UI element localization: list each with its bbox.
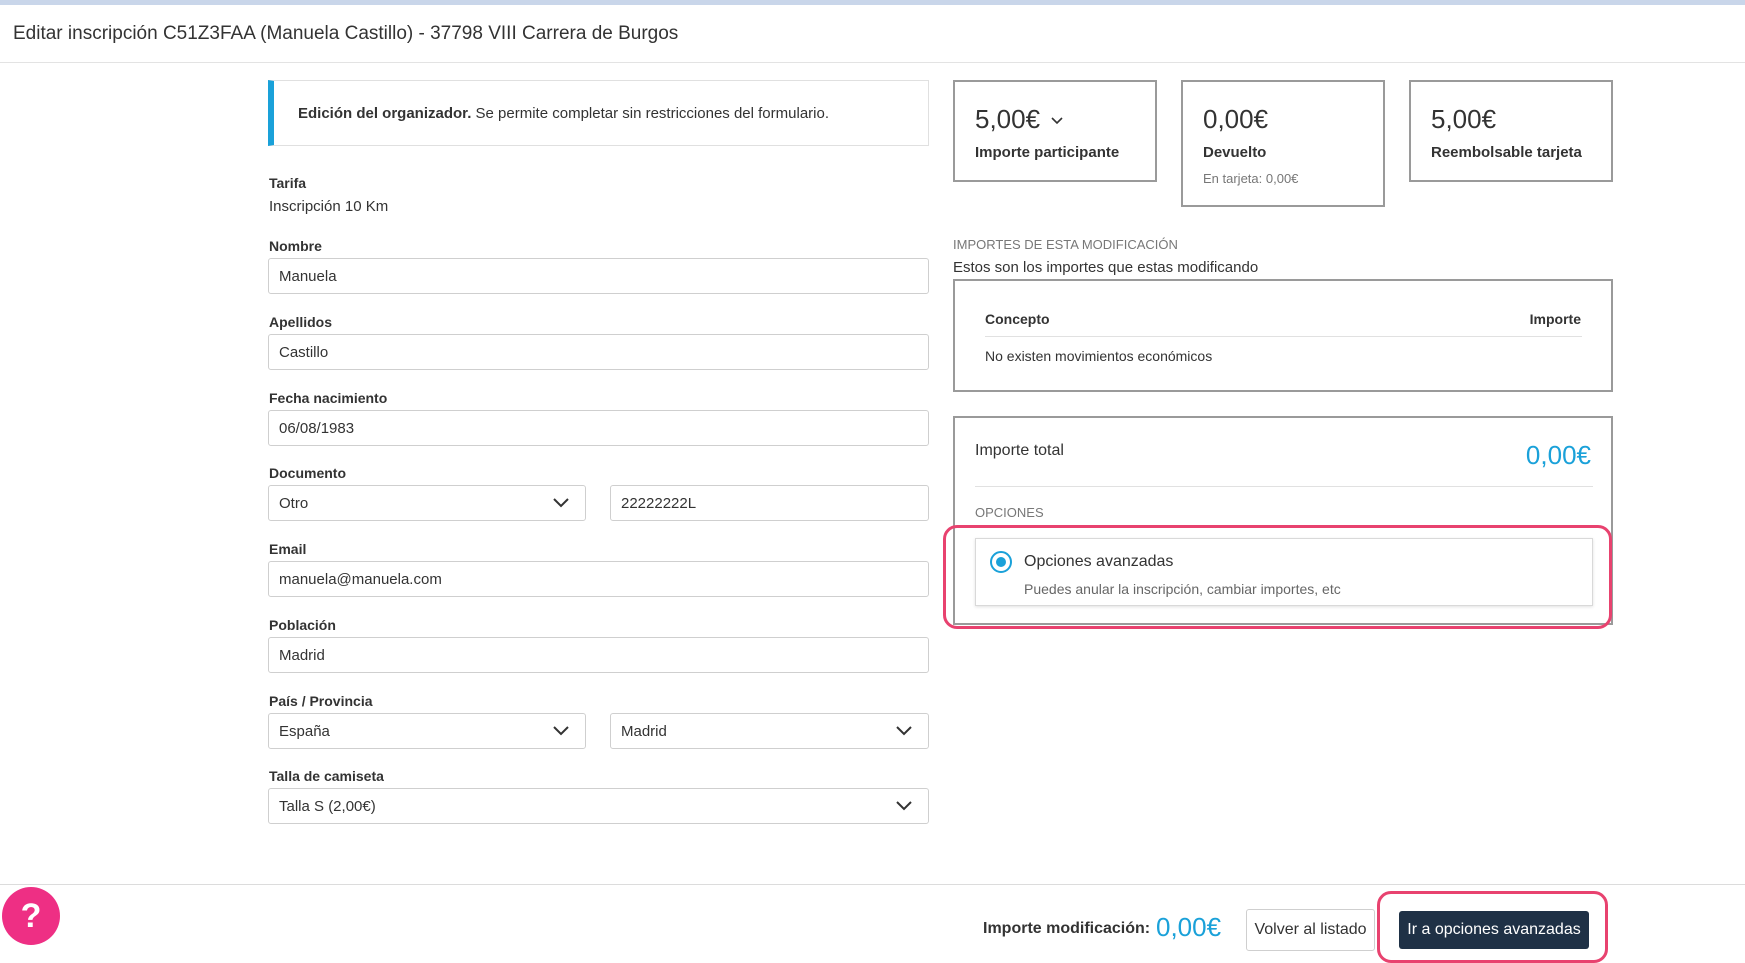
total-amount: 0,00€ — [1525, 440, 1591, 470]
talla-label: Talla de camiseta — [269, 768, 384, 784]
radio-selected-icon[interactable] — [990, 551, 1012, 573]
chevron-down-icon — [1051, 117, 1063, 125]
fecha-label: Fecha nacimiento — [269, 390, 388, 406]
movements-table: Concepto Importe No existen movimientos … — [953, 279, 1613, 392]
col-concepto: Concepto — [985, 311, 1050, 327]
documento-type-select[interactable]: Otro — [268, 485, 586, 521]
modifications-title: IMPORTES DE ESTA MODIFICACIÓN — [953, 237, 1178, 252]
devuelto-label: Devuelto — [1203, 144, 1267, 161]
province-select[interactable]: Madrid — [610, 713, 929, 749]
option-desc: Puedes anular la inscripción, cambiar im… — [1024, 581, 1341, 597]
back-to-list-button[interactable]: Volver al listado — [1246, 909, 1375, 951]
chevron-down-icon — [896, 801, 912, 811]
country-select[interactable]: España — [268, 713, 586, 749]
tarifa-value: Inscripción 10 Km — [269, 198, 389, 215]
notice-bold: Edición del organizador. — [298, 105, 472, 122]
email-value: manuela@manuela.com — [279, 571, 442, 588]
footer-amount: 0,00€ — [1156, 912, 1222, 942]
page-title: Editar inscripción C51Z3FAA (Manuela Cas… — [13, 23, 679, 44]
talla-select[interactable]: Talla S (2,00€) — [268, 788, 929, 824]
documento-number-value: 22222222L — [621, 495, 697, 512]
options-title: OPCIONES — [975, 505, 1044, 520]
email-label: Email — [269, 541, 307, 557]
poblacion-label: Población — [269, 617, 336, 633]
documento-number-field[interactable]: 22222222L — [610, 485, 929, 521]
chevron-down-icon — [553, 498, 569, 508]
talla-value: Talla S (2,00€) — [279, 798, 376, 815]
devuelto-sub: En tarjeta: 0,00€ — [1203, 171, 1299, 186]
advanced-options-option[interactable]: Opciones avanzadas Puedes anular la insc… — [975, 538, 1593, 606]
chevron-down-icon — [553, 726, 569, 736]
col-importe: Importe — [1529, 311, 1581, 327]
apellidos-field[interactable]: Castillo — [268, 334, 929, 370]
reembolsable-label: Reembolsable tarjeta — [1431, 144, 1582, 161]
province-value: Madrid — [621, 723, 667, 740]
documento-label: Documento — [269, 465, 346, 481]
documento-type-value: Otro — [279, 495, 309, 512]
total-box: Importe total 0,00€ OPCIONES Opciones av… — [953, 416, 1613, 625]
nombre-label: Nombre — [269, 238, 322, 254]
nombre-field[interactable]: Manuela — [268, 258, 929, 294]
notice-text: Edición del organizador. Se permite comp… — [298, 105, 829, 122]
pais-label: País / Provincia — [269, 693, 373, 709]
fecha-value: 06/08/1983 — [279, 420, 355, 437]
devuelto-card: 0,00€ Devuelto En tarjeta: 0,00€ — [1181, 80, 1385, 207]
importe-participante-card[interactable]: 5,00€ Importe participante — [953, 80, 1157, 182]
notice-body: Se permite completar sin restricciones d… — [471, 105, 829, 122]
table-divider — [985, 336, 1582, 337]
organizer-notice: Edición del organizador. Se permite comp… — [268, 80, 929, 146]
tarifa-label: Tarifa — [269, 175, 307, 191]
email-field[interactable]: manuela@manuela.com — [268, 561, 929, 597]
importe-participante-amount: 5,00€ — [975, 104, 1041, 134]
reembolsable-card: 5,00€ Reembolsable tarjeta — [1409, 80, 1613, 182]
total-divider — [975, 486, 1593, 487]
card-amount-wrap: 5,00€ — [975, 104, 1064, 135]
footer-label: Importe modificación: — [983, 920, 1151, 937]
empty-movements-text: No existen movimientos económicos — [985, 348, 1213, 364]
radio-dot — [996, 557, 1006, 567]
importe-participante-label: Importe participante — [975, 144, 1120, 161]
devuelto-amount: 0,00€ — [1203, 104, 1269, 134]
poblacion-field[interactable]: Madrid — [268, 637, 929, 673]
total-label: Importe total — [975, 442, 1064, 459]
poblacion-value: Madrid — [279, 647, 325, 664]
apellidos-label: Apellidos — [269, 314, 333, 330]
apellidos-value: Castillo — [279, 344, 329, 361]
advanced-options-button[interactable]: Ir a opciones avanzadas — [1399, 911, 1589, 949]
chevron-down-icon — [896, 726, 912, 736]
nombre-value: Manuela — [279, 268, 337, 285]
page-header: Editar inscripción C51Z3FAA (Manuela Cas… — [0, 5, 1745, 63]
fecha-field[interactable]: 06/08/1983 — [268, 410, 929, 446]
reembolsable-amount: 5,00€ — [1431, 104, 1497, 134]
option-title: Opciones avanzadas — [1024, 553, 1174, 570]
country-value: España — [279, 723, 330, 740]
help-button[interactable]: ? — [2, 887, 60, 945]
modifications-desc: Estos son los importes que estas modific… — [953, 259, 1259, 276]
